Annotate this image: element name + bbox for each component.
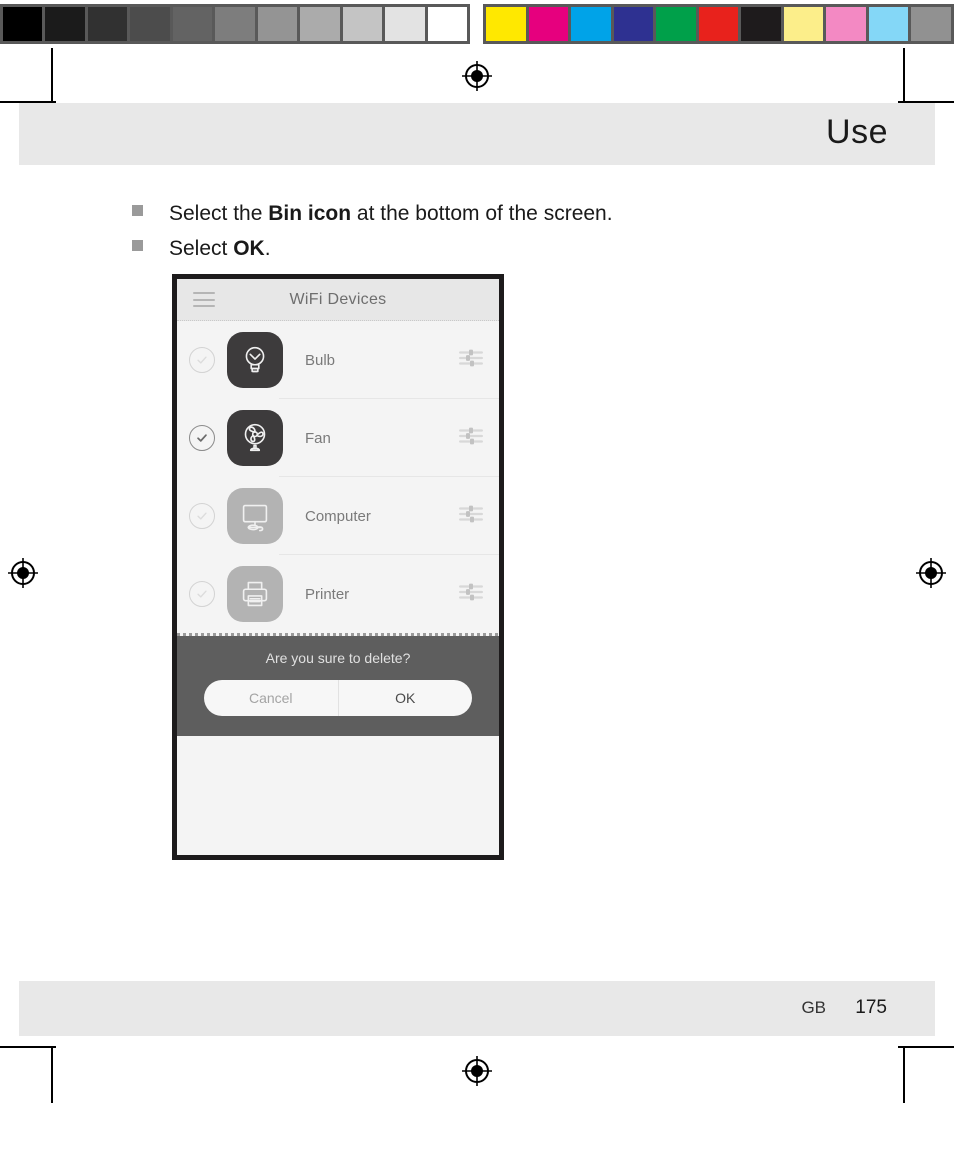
page-footer-band	[19, 981, 935, 1036]
crop-mark-bottom-right-h	[898, 1046, 954, 1048]
calibration-patch	[783, 7, 824, 41]
calibration-patch	[45, 7, 85, 41]
instruction-item: Select the Bin icon at the bottom of the…	[132, 200, 832, 228]
crop-mark-top-right-v	[903, 48, 905, 104]
grayscale-calibration-bar	[0, 4, 470, 44]
page-title: Use	[826, 113, 888, 151]
device-row[interactable]: Printer	[177, 555, 499, 633]
calibration-patch	[87, 7, 128, 41]
app-title: WiFi Devices	[289, 290, 387, 308]
sliders-icon[interactable]	[459, 427, 483, 450]
crop-mark-bottom-right-v	[903, 1047, 905, 1103]
cancel-button[interactable]: Cancel	[204, 680, 339, 716]
confirm-button-group: Cancel OK	[204, 680, 472, 716]
crop-mark-bottom-left-h	[0, 1046, 56, 1048]
registration-mark-top	[462, 61, 492, 91]
calibration-patch	[486, 7, 526, 41]
calibration-patch	[741, 7, 781, 41]
calibration-patch	[427, 7, 467, 41]
checkbox-unchecked-icon[interactable]	[189, 581, 215, 607]
bullet-square-icon	[132, 240, 143, 252]
device-name: Computer	[305, 507, 371, 525]
checkbox-checked-icon[interactable]	[189, 425, 215, 451]
printer-icon[interactable]	[227, 566, 283, 622]
calibration-patch	[868, 7, 909, 41]
calibration-patch	[3, 7, 43, 41]
calibration-patch	[698, 7, 739, 41]
color-calibration-bar	[483, 4, 954, 44]
registration-mark-bottom	[462, 1056, 492, 1086]
ok-button[interactable]: OK	[339, 680, 473, 716]
checkbox-unchecked-icon[interactable]	[189, 347, 215, 373]
checkbox-unchecked-icon[interactable]	[189, 503, 215, 529]
hamburger-menu-icon[interactable]	[193, 292, 215, 307]
calibration-patch	[130, 7, 170, 41]
fan-icon[interactable]	[227, 410, 283, 466]
calibration-patch	[172, 7, 213, 41]
footer-language-code: GB	[801, 998, 826, 1017]
calibration-patch	[826, 7, 866, 41]
app-header: WiFi Devices	[177, 279, 499, 321]
calibration-patch	[342, 7, 383, 41]
delete-confirm-dialog: Are you sure to delete? Cancel OK	[177, 636, 499, 736]
footer-page-number: 175	[855, 997, 887, 1018]
page-header-band	[19, 103, 935, 165]
instruction-list: Select the Bin icon at the bottom of the…	[132, 200, 832, 271]
crop-mark-top-left-v	[51, 48, 53, 104]
device-name: Printer	[305, 585, 350, 603]
sliders-icon[interactable]	[459, 505, 483, 528]
calibration-patch	[257, 7, 298, 41]
calibration-patch	[385, 7, 425, 41]
sliders-icon[interactable]	[459, 349, 483, 372]
instruction-item: Select OK.	[132, 235, 832, 263]
device-list: Bulb Fan Computer Printer	[177, 321, 499, 633]
calibration-patch	[528, 7, 569, 41]
device-name: Fan	[305, 429, 331, 447]
instruction-text: Select OK.	[169, 237, 271, 261]
instruction-text: Select the Bin icon at the bottom of the…	[169, 202, 613, 225]
calibration-patch	[656, 7, 696, 41]
phone-screenshot: WiFi Devices Bulb Fan Computer Printer Are …	[172, 274, 504, 860]
confirm-message: Are you sure to delete?	[265, 650, 411, 666]
device-name: Bulb	[305, 351, 336, 369]
device-row[interactable]: Fan	[177, 399, 499, 477]
registration-mark-right	[916, 558, 946, 588]
calibration-patch	[215, 7, 255, 41]
bullet-square-icon	[132, 205, 143, 216]
computer-icon[interactable]	[227, 488, 283, 544]
sliders-icon[interactable]	[459, 583, 483, 606]
calibration-patch	[911, 7, 952, 41]
calibration-patch	[571, 7, 611, 41]
calibration-patch	[613, 7, 654, 41]
calibration-patch	[300, 7, 340, 41]
crop-mark-bottom-left-v	[51, 1047, 53, 1103]
device-row[interactable]: Bulb	[177, 321, 499, 399]
registration-mark-left	[8, 558, 38, 588]
bulb-icon[interactable]	[227, 332, 283, 388]
device-row[interactable]: Computer	[177, 477, 499, 555]
print-calibration-bars	[0, 4, 954, 44]
